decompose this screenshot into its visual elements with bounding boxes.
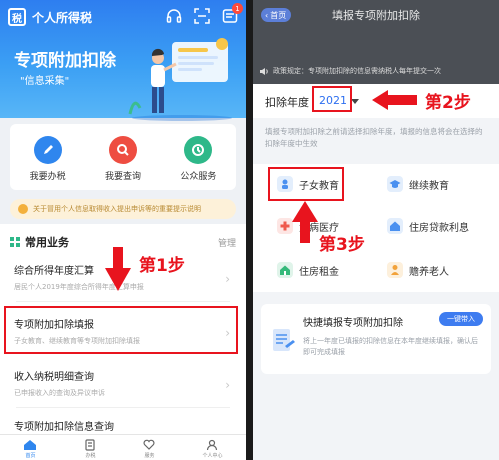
item-desc: 已申报收入的查询及异议申诉 bbox=[14, 389, 105, 397]
app-title: 个人所得税 bbox=[32, 10, 93, 25]
caret-down-icon[interactable] bbox=[351, 99, 359, 104]
year-hint: 填报专项附加扣除之前请选择扣除年度，填报的信息将会在选择的扣除年度中生效 bbox=[265, 127, 483, 148]
item-title: 综合所得年度汇算 bbox=[14, 266, 94, 277]
header-icons: 1 bbox=[166, 3, 243, 24]
tab-label: 个人中心 bbox=[202, 453, 223, 459]
category-label: 住房贷款利息 bbox=[409, 222, 469, 234]
policy-text: 政策规定：专项附加扣除的信息需纳税人每年提交一次 bbox=[273, 67, 441, 75]
quick-fill-card: 快捷填报专项附加扣除 一键带入 将上一年度已填报的扣除信息在本年度继续填报，确认… bbox=[261, 304, 491, 374]
chevron-left-icon: ‹ bbox=[265, 10, 269, 20]
quick-fill-desc: 将上一年度已填报的扣除信息在本年度继续填报，确认后即可完成填报 bbox=[303, 337, 478, 356]
headset-icon[interactable] bbox=[166, 8, 182, 24]
tab-label: 服务 bbox=[144, 453, 155, 459]
person-illustration-icon bbox=[128, 38, 232, 121]
blank-area bbox=[253, 382, 499, 460]
heart-icon bbox=[143, 439, 155, 450]
action-public-service[interactable]: 公众服务 bbox=[180, 136, 216, 182]
document-icon bbox=[273, 329, 295, 351]
category-elderly-support[interactable]: 赡养老人 bbox=[387, 262, 449, 278]
back-label: 首页 bbox=[270, 10, 287, 20]
step3-label: 第3步 bbox=[319, 235, 365, 255]
item-title: 专项附加扣除信息查询 bbox=[14, 422, 114, 433]
step2-label: 第2步 bbox=[425, 93, 471, 113]
tab-label: 首页 bbox=[25, 453, 36, 459]
scan-icon[interactable] bbox=[194, 8, 210, 24]
category-housing-loan[interactable]: 住房贷款利息 bbox=[387, 218, 469, 234]
category-label: 住房租金 bbox=[299, 266, 339, 278]
hero-subtitle: "信息采集" bbox=[20, 76, 70, 87]
list-item-income-query[interactable]: 收入纳税明细查询 已申报收入的查询及异议申诉 › bbox=[8, 368, 238, 408]
highlight-box-child-education bbox=[268, 167, 344, 201]
category-continuing-education[interactable]: 继续教育 bbox=[387, 176, 449, 192]
bottom-tab-bar: 首页 办税 服务 个人中心 bbox=[0, 434, 246, 460]
elder-icon bbox=[387, 262, 403, 278]
section-header: 常用业务 bbox=[10, 234, 69, 250]
message-button[interactable]: 1 bbox=[222, 3, 243, 24]
notification-badge: 1 bbox=[232, 3, 243, 14]
divider bbox=[16, 301, 230, 302]
house-icon bbox=[387, 218, 403, 234]
category-housing-rent[interactable]: 住房租金 bbox=[277, 262, 339, 278]
service-icon bbox=[184, 136, 213, 164]
tab-personal-center[interactable]: 个人中心 bbox=[202, 439, 222, 459]
chevron-right-icon: › bbox=[225, 378, 230, 392]
grid-icon bbox=[10, 237, 20, 247]
category-label: 继续教育 bbox=[409, 180, 449, 192]
divider bbox=[16, 407, 230, 408]
graduation-cap-icon bbox=[387, 176, 403, 192]
action-label: 我要查询 bbox=[104, 172, 141, 182]
user-icon bbox=[207, 439, 218, 451]
notice-icon bbox=[18, 204, 28, 214]
speaker-icon bbox=[260, 67, 268, 75]
notice-bar[interactable]: 关于冒用个人信息取得收入提出申诉等的重要提示说明 bbox=[10, 199, 236, 219]
tab-label: 办税 bbox=[85, 453, 96, 459]
pen-icon bbox=[33, 136, 62, 164]
quick-fill-title: 快捷填报专项附加扣除 bbox=[303, 318, 403, 329]
left-phone-screen: 税 个人所得税 1 专项附加扣除 "信息采集" 我要办税 我要查询 公众服务 关… bbox=[0, 0, 246, 460]
item-desc: 居民个人2019年度综合所得年度汇算申报 bbox=[14, 283, 144, 291]
manage-link[interactable]: 管理 bbox=[218, 236, 236, 249]
medical-icon bbox=[277, 218, 293, 234]
doc-icon bbox=[85, 439, 96, 451]
highlight-box-step1 bbox=[4, 306, 238, 354]
policy-notice: 政策规定：专项附加扣除的信息需纳税人每年提交一次 bbox=[259, 66, 495, 76]
year-label: 扣除年度 bbox=[265, 96, 309, 109]
category-label: 赡养老人 bbox=[409, 266, 449, 278]
step1-label: 第1步 bbox=[139, 256, 185, 276]
rent-icon bbox=[277, 262, 293, 278]
tab-tax[interactable]: 办税 bbox=[84, 439, 96, 459]
chevron-right-icon: › bbox=[225, 272, 230, 286]
back-button[interactable]: ‹ 首页 bbox=[261, 8, 291, 22]
action-query[interactable]: 我要查询 bbox=[105, 136, 141, 182]
highlight-box-year bbox=[312, 86, 352, 112]
list-item-annual-settlement[interactable]: 综合所得年度汇算 居民个人2019年度综合所得年度汇算申报 › bbox=[8, 262, 238, 302]
action-label: 我要办税 bbox=[29, 172, 66, 182]
action-label: 公众服务 bbox=[180, 172, 217, 182]
right-phone-screen: 填报专项附加扣除 ‹ 首页 政策规定：专项附加扣除的信息需纳税人每年提交一次 扣… bbox=[253, 0, 499, 460]
home-icon bbox=[24, 440, 37, 450]
tax-logo-icon: 税 bbox=[8, 8, 26, 26]
hero-title: 专项附加扣除 bbox=[14, 51, 116, 71]
search-icon bbox=[108, 136, 137, 164]
tab-service[interactable]: 服务 bbox=[143, 439, 155, 459]
section-title: 常用业务 bbox=[25, 236, 69, 249]
tab-home[interactable]: 首页 bbox=[23, 439, 37, 459]
notice-text: 关于冒用个人信息取得收入提出申诉等的重要提示说明 bbox=[33, 205, 201, 213]
action-tax-filing[interactable]: 我要办税 bbox=[30, 136, 66, 182]
one-click-import-button[interactable]: 一键带入 bbox=[439, 312, 483, 326]
item-title: 收入纳税明细查询 bbox=[14, 372, 94, 383]
quick-actions-panel: 我要办税 我要查询 公众服务 bbox=[10, 124, 236, 190]
